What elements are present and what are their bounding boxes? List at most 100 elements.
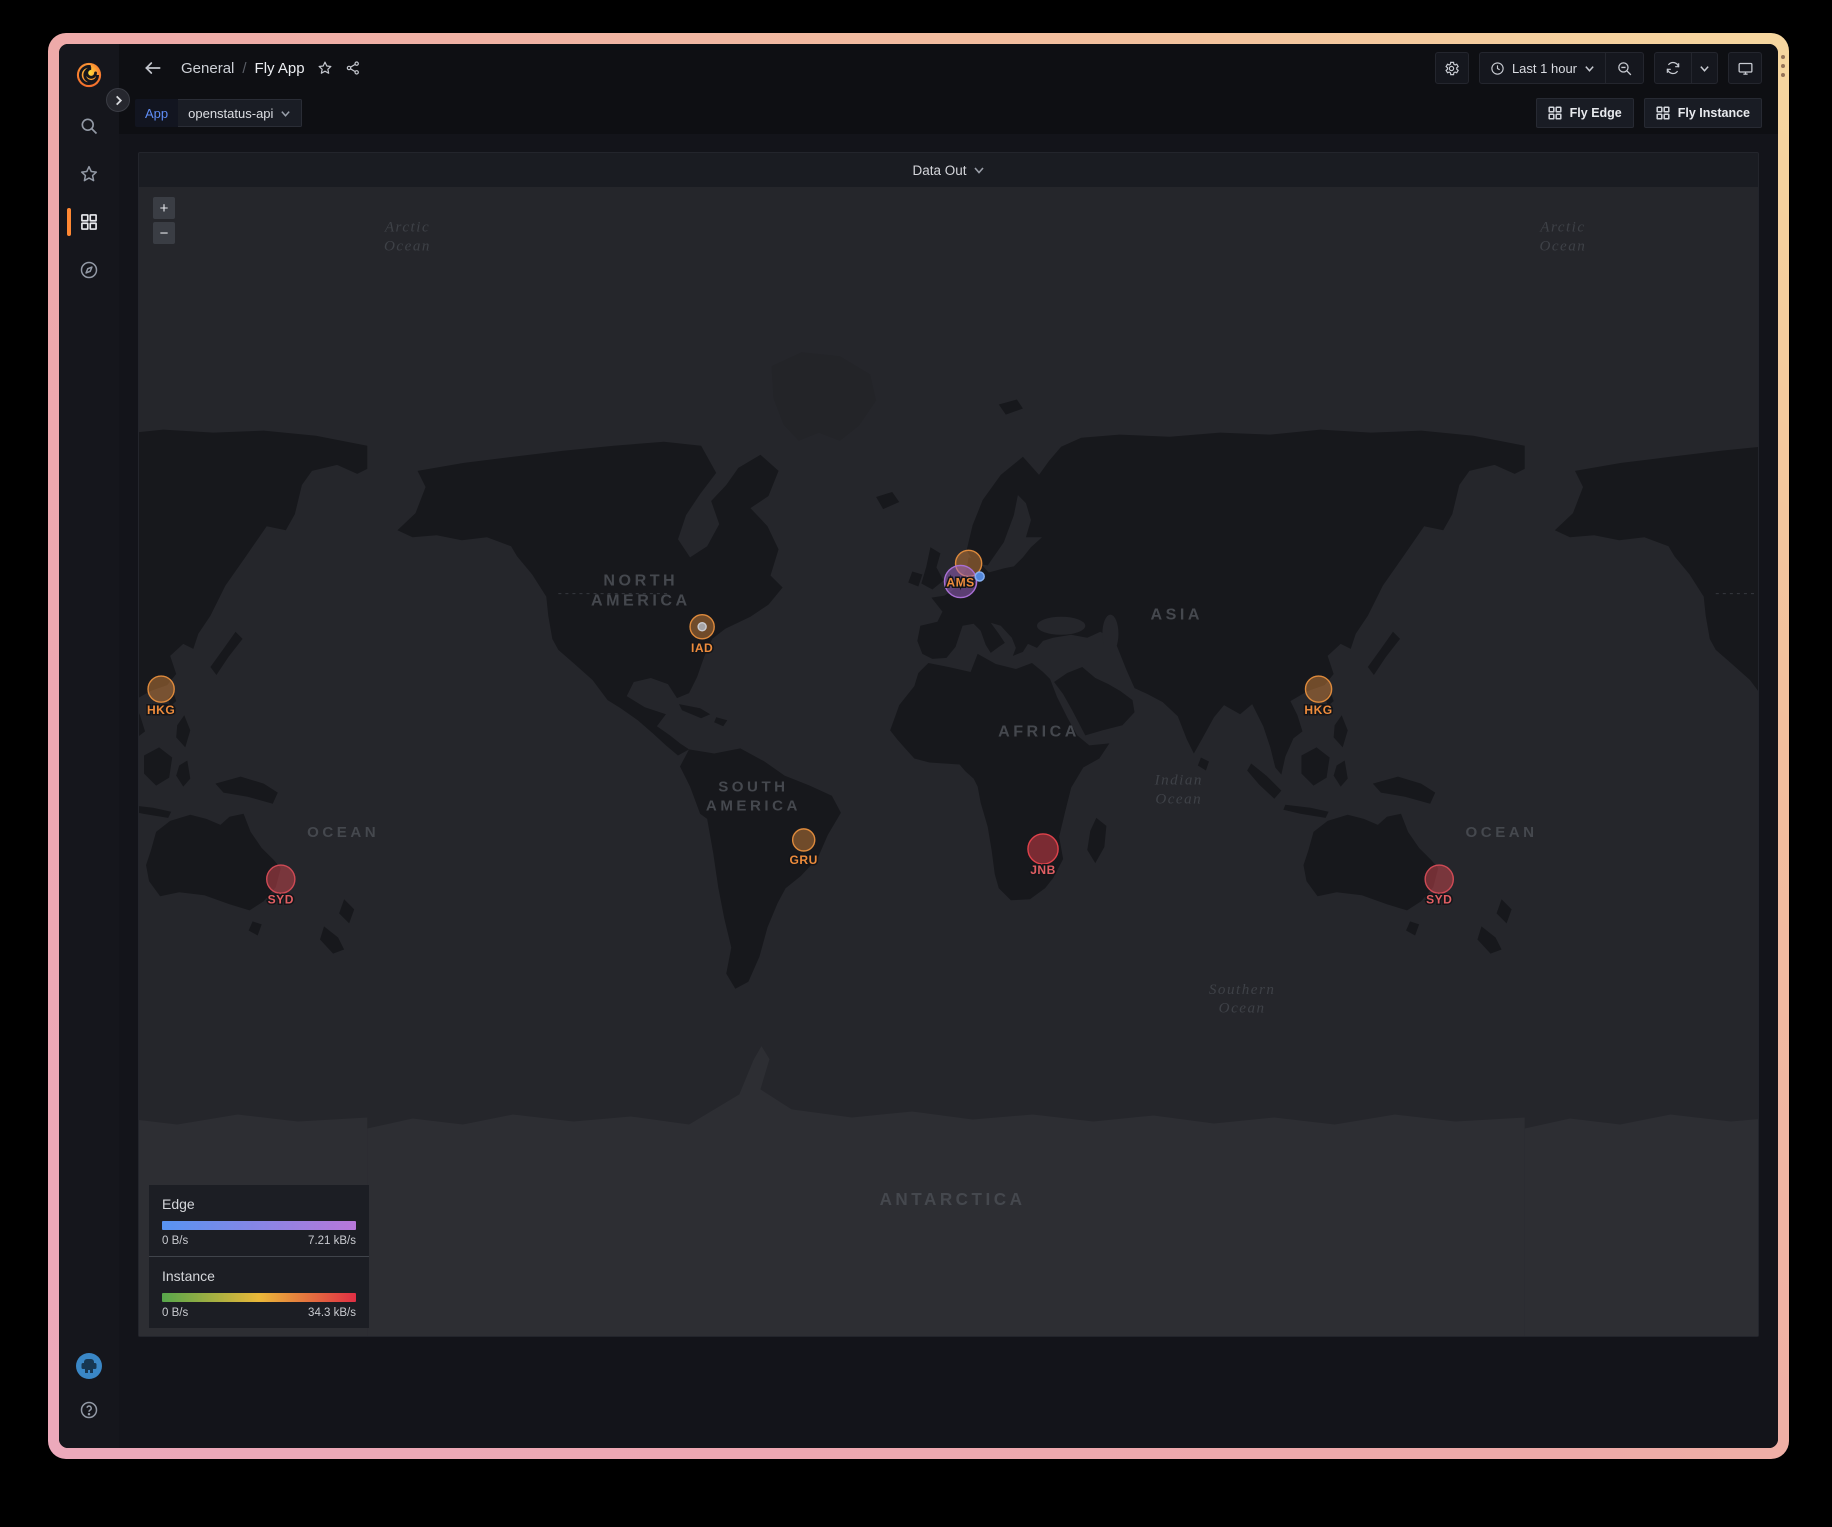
map-label-africa: AFRICA bbox=[998, 722, 1080, 740]
sidebar-item-dashboards[interactable] bbox=[59, 198, 119, 246]
gear-icon bbox=[1443, 60, 1460, 77]
app-window-frame: General / Fly App bbox=[48, 33, 1789, 1459]
refresh-interval-button[interactable] bbox=[1692, 53, 1717, 83]
legend-title: Instance bbox=[162, 1268, 356, 1284]
marker-gru[interactable] bbox=[793, 829, 815, 851]
sidebar-expand-button[interactable] bbox=[106, 88, 130, 112]
map-label-south-america: SOUTHAMERICA bbox=[706, 779, 801, 815]
sidebar-item-explore[interactable] bbox=[59, 246, 119, 294]
dashboard-canvas: Data Out bbox=[119, 134, 1778, 1448]
fly-edge-label: Fly Edge bbox=[1570, 106, 1622, 120]
legend-title: Edge bbox=[162, 1196, 356, 1212]
map-label-ocean-west: OCEAN bbox=[307, 824, 379, 841]
zoom-out-time-button[interactable] bbox=[1606, 53, 1643, 83]
map-zoom-controls: + − bbox=[153, 197, 175, 244]
marker-ams-edge-label: AMS bbox=[946, 576, 974, 590]
map-zoom-in-button[interactable]: + bbox=[153, 197, 175, 219]
variable-label[interactable]: App bbox=[135, 99, 178, 127]
chevron-down-icon bbox=[1699, 63, 1710, 74]
marker-hkg-east[interactable] bbox=[1305, 676, 1331, 702]
map-label-ocean-east: OCEAN bbox=[1466, 824, 1538, 841]
legend-gradient-bar bbox=[162, 1221, 356, 1230]
marker-jnb-label: JNB bbox=[1030, 863, 1056, 877]
map-label-antarctica: ANTARCTICA bbox=[880, 1190, 1026, 1209]
fly-edge-link[interactable]: Fly Edge bbox=[1536, 98, 1634, 128]
main-area: General / Fly App bbox=[119, 44, 1778, 1448]
chevron-right-icon bbox=[113, 95, 124, 106]
legend-min-value: 0 B/s bbox=[162, 1307, 188, 1319]
profile-avatar[interactable] bbox=[75, 1352, 103, 1380]
search-icon bbox=[79, 116, 99, 136]
sidebar bbox=[59, 44, 119, 1448]
time-picker: Last 1 hour bbox=[1479, 52, 1644, 84]
variable-value: openstatus-api bbox=[188, 106, 273, 121]
map-label-arctic-ocean-west: ArcticOcean bbox=[384, 220, 431, 255]
map-legend: Edge 0 B/s 7.21 kB/s Instance 0 B/s 34.3 kB/s bbox=[149, 1185, 369, 1328]
marker-jnb[interactable] bbox=[1028, 834, 1058, 864]
marker-hkg-west-label: HKG bbox=[147, 703, 175, 717]
marker-gru-label: GRU bbox=[790, 853, 818, 867]
map-label-indian-ocean: IndianOcean bbox=[1154, 773, 1203, 808]
marker-syd-east-label: SYD bbox=[1426, 892, 1452, 906]
marker-syd-west-label: SYD bbox=[268, 892, 294, 906]
legend-section-instance: Instance 0 B/s 34.3 kB/s bbox=[149, 1256, 369, 1328]
zoom-out-icon bbox=[1616, 60, 1633, 77]
time-range-label: Last 1 hour bbox=[1512, 61, 1577, 76]
map-label-southern-ocean: SouthernOcean bbox=[1209, 982, 1276, 1017]
sidebar-item-starred[interactable] bbox=[59, 150, 119, 198]
clock-icon bbox=[1490, 61, 1505, 76]
world-map[interactable]: ArcticOceanArcticOceanNORTHAMERICAASIAAF… bbox=[139, 187, 1758, 1336]
grafana-logo-icon[interactable] bbox=[74, 60, 104, 90]
tv-mode-button[interactable] bbox=[1728, 52, 1762, 84]
world-map-svg: ArcticOceanArcticOceanNORTHAMERICAASIAAF… bbox=[139, 187, 1758, 1336]
legend-section-edge: Edge 0 B/s 7.21 kB/s bbox=[149, 1185, 369, 1256]
panel-title-menu[interactable]: Data Out bbox=[139, 153, 1758, 187]
legend-max-value: 7.21 kB/s bbox=[308, 1235, 356, 1247]
refresh-picker bbox=[1654, 52, 1718, 84]
time-range-button[interactable]: Last 1 hour bbox=[1480, 53, 1605, 83]
legend-min-value: 0 B/s bbox=[162, 1235, 188, 1247]
breadcrumb-separator: / bbox=[242, 60, 246, 77]
panel-title: Data Out bbox=[912, 163, 966, 178]
map-label-arctic-ocean-east: ArcticOcean bbox=[1539, 220, 1586, 255]
monitor-icon bbox=[1737, 60, 1754, 77]
fly-instance-link[interactable]: Fly Instance bbox=[1644, 98, 1762, 128]
marker-hkg-west[interactable] bbox=[148, 676, 174, 702]
dashboard-settings-button[interactable] bbox=[1435, 52, 1469, 84]
apps-grid-icon bbox=[1548, 106, 1562, 120]
legend-max-value: 34.3 kB/s bbox=[308, 1307, 356, 1319]
grafana-window: General / Fly App bbox=[59, 44, 1778, 1448]
marker-syd-west[interactable] bbox=[267, 865, 295, 893]
window-handle-dots bbox=[1781, 55, 1786, 77]
fly-instance-label: Fly Instance bbox=[1678, 106, 1750, 120]
help-icon bbox=[79, 1400, 99, 1420]
map-zoom-out-button[interactable]: − bbox=[153, 222, 175, 244]
marker-ams-edge-small[interactable] bbox=[975, 572, 984, 581]
refresh-button[interactable] bbox=[1655, 53, 1691, 83]
compass-icon bbox=[79, 260, 99, 280]
share-alt-icon bbox=[345, 60, 361, 76]
marker-iad-edge[interactable] bbox=[698, 623, 706, 631]
chevron-down-icon bbox=[1584, 63, 1595, 74]
variable-value-dropdown[interactable]: openstatus-api bbox=[178, 99, 302, 127]
breadcrumb: General / Fly App bbox=[181, 60, 305, 77]
sidebar-item-help[interactable] bbox=[79, 1400, 99, 1425]
chevron-down-icon bbox=[973, 164, 985, 176]
dashboards-grid-icon bbox=[79, 212, 99, 232]
breadcrumb-section[interactable]: General bbox=[181, 60, 234, 77]
chevron-down-icon bbox=[280, 108, 291, 119]
sub-navbar: App openstatus-api Fly Edge bbox=[119, 92, 1778, 134]
marker-iad-instance-label: IAD bbox=[691, 641, 713, 655]
arrow-left-icon bbox=[143, 58, 163, 78]
star-icon bbox=[79, 164, 99, 184]
marker-syd-east[interactable] bbox=[1425, 865, 1453, 893]
top-navbar: General / Fly App bbox=[119, 44, 1778, 92]
map-label-asia: ASIA bbox=[1151, 606, 1204, 624]
refresh-icon bbox=[1665, 60, 1681, 76]
share-dashboard-button[interactable] bbox=[341, 56, 365, 80]
favorite-dashboard-button[interactable] bbox=[313, 56, 337, 80]
geomap-panel: Data Out bbox=[138, 152, 1759, 1337]
back-button[interactable] bbox=[139, 54, 167, 82]
legend-gradient-bar bbox=[162, 1293, 356, 1302]
template-variable-app: App openstatus-api bbox=[135, 99, 302, 127]
